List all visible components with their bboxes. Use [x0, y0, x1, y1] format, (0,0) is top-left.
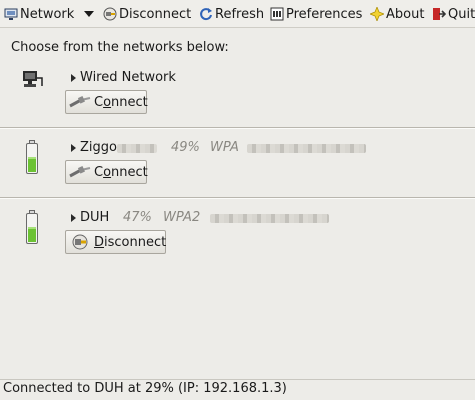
toolbar: Network Disconnect Refresh Preferences A… [0, 0, 475, 28]
redacted-bssid [247, 144, 366, 153]
button-label: Connect [94, 94, 148, 110]
duh-disconnect-button[interactable]: Disconnect [65, 230, 166, 254]
status-text: Connected to DUH at 29% (IP: 192.168.1.3… [3, 381, 287, 396]
signal-strength-icon [26, 140, 38, 174]
about-button[interactable]: About [369, 4, 425, 24]
star-icon [369, 6, 385, 22]
expander-icon[interactable] [71, 214, 76, 222]
button-label: Connect [94, 164, 148, 180]
signal-strength-icon [26, 210, 38, 244]
network-icon [4, 7, 18, 21]
duh-signal: 47% [123, 210, 152, 225]
wired-connect-button[interactable]: Connect [65, 90, 148, 114]
redacted-bssid [210, 214, 329, 223]
ziggo-network-name: Ziggo [80, 140, 117, 155]
plug-icon [103, 7, 117, 21]
duh-network-name: DUH [80, 210, 110, 225]
preferences-button[interactable]: Preferences [270, 4, 362, 24]
disconnect-plug-icon [69, 234, 91, 250]
preferences-icon [270, 7, 284, 21]
wired-network-icon [22, 69, 44, 93]
refresh-label: Refresh [215, 6, 265, 22]
redacted-ssid [117, 144, 157, 153]
ziggo-connect-button[interactable]: Connect [65, 160, 148, 184]
quit-button[interactable]: Quit [432, 4, 475, 24]
ziggo-security: WPA [210, 140, 239, 155]
connect-plug-icon [69, 94, 91, 110]
refresh-icon [199, 7, 213, 21]
disconnect-label: Disconnect [119, 6, 192, 22]
separator [0, 197, 475, 199]
expander-icon[interactable] [71, 74, 76, 82]
chevron-down-icon[interactable] [84, 11, 95, 17]
duh-security: WPA2 [163, 210, 201, 225]
button-label: Disconnect [94, 234, 167, 250]
quit-label: Quit [448, 6, 475, 22]
disconnect-button[interactable]: Disconnect [103, 4, 191, 24]
exit-icon [432, 7, 447, 21]
separator [0, 127, 475, 129]
expander-icon[interactable] [71, 144, 76, 152]
wired-network-name: Wired Network [80, 70, 176, 85]
refresh-button[interactable]: Refresh [199, 4, 264, 24]
preferences-label: Preferences [286, 6, 363, 22]
intro-text: Choose from the networks below: [11, 40, 229, 55]
network-menu-button[interactable]: Network [4, 4, 95, 24]
connect-plug-icon [69, 164, 91, 180]
status-bar: Connected to DUH at 29% (IP: 192.168.1.3… [0, 379, 475, 400]
about-label: About [386, 6, 425, 22]
ziggo-signal: 49% [171, 140, 200, 155]
network-label: Network [20, 6, 75, 22]
